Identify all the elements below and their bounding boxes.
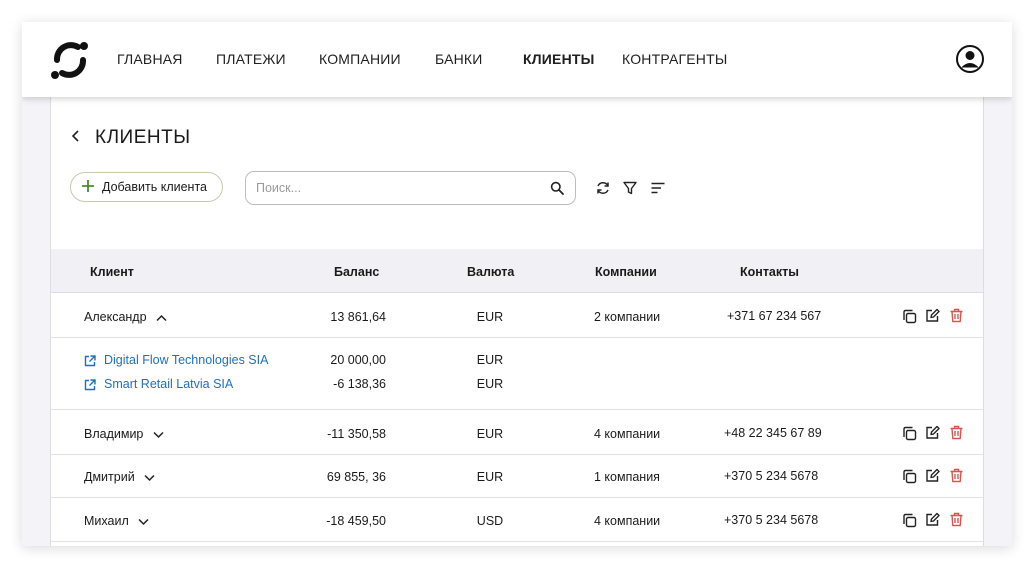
table-row[interactable]: Владимир -11 350,58 EUR 4 компании +48 2… — [51, 411, 983, 455]
contact-phone: +371 67 234 567 — [727, 309, 822, 323]
delete-icon[interactable] — [949, 308, 964, 323]
nav-item-home[interactable]: ГЛАВНАЯ — [117, 51, 183, 67]
client-name[interactable]: Александр — [84, 310, 167, 324]
search-box — [245, 171, 576, 205]
table-row[interactable]: Александр 13 861,64 EUR 2 компании +371 … — [51, 294, 983, 338]
copy-icon[interactable] — [902, 426, 917, 441]
delete-icon[interactable] — [949, 468, 964, 483]
delete-icon[interactable] — [949, 425, 964, 440]
currency-value: USD — [476, 514, 504, 528]
add-client-label: Добавить клиента — [102, 180, 207, 194]
chevron-down-icon[interactable] — [153, 431, 164, 439]
edit-icon[interactable] — [925, 308, 940, 323]
client-name[interactable]: Михаил — [84, 514, 149, 528]
col-companies[interactable]: Компании — [595, 265, 657, 279]
companies-count: 1 компания — [594, 470, 660, 484]
company-currency: EUR — [476, 353, 504, 367]
copy-icon[interactable] — [902, 513, 917, 528]
copy-icon[interactable] — [902, 469, 917, 484]
currency-value: EUR — [476, 427, 504, 441]
search-input[interactable] — [256, 179, 536, 197]
nav-item-payments[interactable]: ПЛАТЕЖИ — [216, 51, 286, 67]
company-balance: 20 000,00 — [330, 353, 386, 367]
filter-icon[interactable] — [622, 180, 638, 196]
plus-icon — [82, 180, 94, 192]
logo-icon[interactable] — [49, 39, 91, 81]
company-currency: EUR — [476, 377, 504, 391]
client-name[interactable]: Дмитрий — [84, 470, 155, 484]
nav-item-counterparties[interactable]: КОНТРАГЕНТЫ — [622, 51, 727, 67]
companies-count: 2 компании — [594, 310, 661, 324]
contact-phone: +370 5 234 5678 — [724, 513, 819, 527]
external-link-icon[interactable] — [84, 379, 96, 391]
company-link[interactable]: Digital Flow Technologies SIA — [104, 353, 268, 367]
balance-value: -18 459,50 — [326, 514, 386, 528]
copy-icon[interactable] — [902, 309, 917, 324]
chevron-up-icon[interactable] — [156, 314, 167, 322]
chevron-down-icon[interactable] — [144, 474, 155, 482]
table-row[interactable]: Дмитрий 69 855, 36 EUR 1 компания +370 5… — [51, 455, 983, 498]
client-name-text: Михаил — [84, 514, 129, 528]
balance-value: -11 350,58 — [327, 427, 386, 441]
nav-item-clients[interactable]: КЛИЕНТЫ — [523, 51, 595, 67]
edit-icon[interactable] — [925, 512, 940, 527]
col-contacts[interactable]: Контакты — [740, 265, 799, 279]
refresh-icon[interactable] — [595, 180, 611, 196]
col-client[interactable]: Клиент — [90, 265, 134, 279]
delete-icon[interactable] — [949, 512, 964, 527]
page-title: КЛИЕНТЫ — [95, 127, 191, 148]
contact-phone: +48 22 345 67 89 — [724, 426, 822, 440]
currency-value: EUR — [476, 470, 504, 484]
client-name-text: Александр — [84, 310, 147, 324]
client-name-text: Дмитрий — [84, 470, 135, 484]
companies-count: 4 компании — [594, 514, 661, 528]
clients-panel: КЛИЕНТЫ Добавить клиента Поиск... Клиент… — [50, 97, 984, 546]
company-balance: -6 138,36 — [333, 377, 386, 391]
search-icon[interactable] — [550, 181, 564, 195]
nav-item-companies[interactable]: КОМПАНИИ — [319, 51, 401, 67]
contact-phone: +370 5 234 5678 — [724, 469, 819, 483]
sort-icon[interactable] — [650, 180, 666, 196]
external-link-icon[interactable] — [84, 355, 96, 367]
balance-value: 13 861,64 — [330, 310, 386, 324]
app-window: ГЛАВНАЯ ПЛАТЕЖИ КОМПАНИИ БАНКИ КЛИЕНТЫ К… — [22, 22, 1012, 546]
back-chevron-icon[interactable] — [69, 128, 83, 144]
user-circle-icon[interactable] — [955, 44, 985, 74]
top-navbar: ГЛАВНАЯ ПЛАТЕЖИ КОМПАНИИ БАНКИ КЛИЕНТЫ К… — [22, 22, 1012, 97]
balance-value: 69 855, 36 — [326, 470, 386, 484]
edit-icon[interactable] — [925, 425, 940, 440]
col-balance[interactable]: Баланс — [334, 265, 379, 279]
companies-count: 4 компании — [594, 427, 661, 441]
table-header: Клиент Баланс Валюта Компании Контакты — [51, 249, 983, 293]
edit-icon[interactable] — [925, 468, 940, 483]
table-row[interactable]: Михаил -18 459,50 USD 4 компании +370 5 … — [51, 498, 983, 542]
add-client-button[interactable]: Добавить клиента — [70, 172, 223, 202]
expanded-companies: Digital Flow Technologies SIA 20 000,00 … — [51, 338, 983, 410]
col-currency[interactable]: Валюта — [467, 265, 514, 279]
client-name-text: Владимир — [84, 427, 144, 441]
currency-value: EUR — [476, 310, 504, 324]
company-link[interactable]: Smart Retail Latvia SIA — [104, 377, 233, 391]
client-name[interactable]: Владимир — [84, 427, 164, 441]
nav-item-banks[interactable]: БАНКИ — [435, 51, 483, 67]
chevron-down-icon[interactable] — [138, 518, 149, 526]
